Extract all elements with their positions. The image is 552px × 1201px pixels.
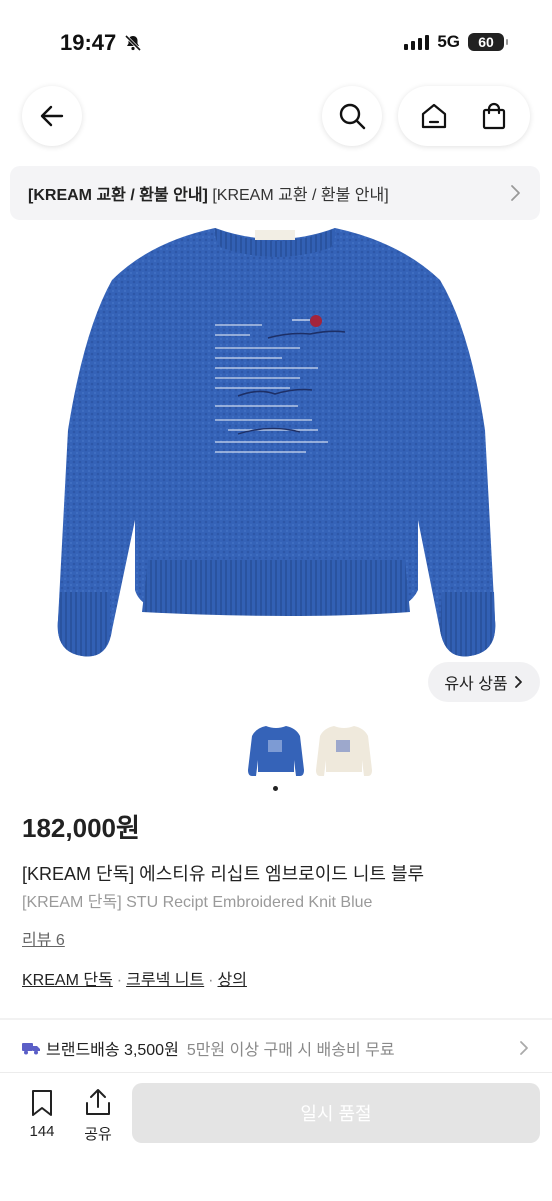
bookmark-button[interactable]: 144	[24, 1089, 60, 1140]
search-button[interactable]	[322, 86, 382, 146]
signal-icon	[404, 34, 430, 50]
status-bar: 19:47 5G 60	[0, 0, 552, 80]
share-button[interactable]: 공유	[80, 1087, 116, 1144]
bookmark-icon	[32, 1090, 52, 1116]
section-divider	[0, 1018, 552, 1020]
product-name-korean: [KREAM 단독] 에스티유 리십트 엠브로이드 니트 블루	[22, 864, 425, 884]
cart-button[interactable]	[464, 86, 524, 146]
status-indicators: 5G 60	[404, 32, 508, 52]
exchange-refund-notice[interactable]: [KREAM 교환 / 환불 안내] [KREAM 교환 / 환불 안내]	[10, 166, 540, 220]
product-image[interactable]	[0, 220, 552, 710]
bell-slash-icon	[125, 34, 142, 52]
status-time: 19:47	[60, 30, 142, 56]
search-icon	[339, 103, 366, 130]
share-icon	[86, 1089, 110, 1115]
notice-body: [KREAM 교환 / 환불 안내]	[212, 187, 389, 204]
bottom-action-bar: 144 공유 일시 품절	[0, 1072, 552, 1201]
truck-icon	[22, 1043, 40, 1055]
soldout-button[interactable]: 일시 품절	[132, 1083, 540, 1143]
color-thumbnail-blue[interactable]	[246, 720, 306, 782]
notice-bold: [KREAM 교환 / 환불 안내]	[28, 187, 208, 204]
color-thumbnail-cream[interactable]	[314, 720, 374, 782]
network-label: 5G	[437, 32, 460, 51]
bookmark-count: 144	[29, 1123, 55, 1140]
chevron-right-icon	[511, 185, 520, 201]
chevron-right-icon	[514, 676, 522, 688]
battery-level: 60	[478, 34, 494, 50]
tag-link[interactable]: 크루넥 니트	[126, 972, 204, 989]
tag-link[interactable]: 상의	[218, 972, 247, 989]
home-icon	[421, 103, 447, 129]
category-tags: KREAM 단독 · 크루넥 니트 · 상의	[22, 972, 247, 989]
back-button[interactable]	[22, 86, 82, 146]
shipping-info[interactable]: 브랜드배송 3,500원 5만원 이상 구매 시 배송비 무료	[22, 1036, 395, 1060]
chevron-right-icon	[520, 1041, 528, 1055]
arrow-left-icon	[40, 105, 64, 127]
shipping-sub: 5만원 이상 구매 시 배송비 무료	[186, 1042, 395, 1059]
tag-link[interactable]: KREAM 단독	[22, 972, 113, 989]
product-name-english: [KREAM 단독] STU Recipt Embroidered Knit B…	[22, 894, 373, 911]
shipping-label: 브랜드배송 3,500원	[46, 1042, 179, 1059]
battery-icon: 60	[468, 33, 508, 51]
similar-products-label: 유사 상품	[444, 676, 508, 693]
similar-products-button[interactable]: 유사 상품	[428, 662, 540, 702]
home-button[interactable]	[404, 86, 464, 146]
shopping-bag-icon	[482, 102, 506, 130]
home-cart-group	[398, 86, 530, 146]
share-label: 공유	[84, 1126, 112, 1143]
notice-text: [KREAM 교환 / 환불 안내] [KREAM 교환 / 환불 안내]	[28, 181, 389, 205]
time-text: 19:47	[60, 30, 117, 55]
reviews-link[interactable]: 리뷰 6	[22, 926, 65, 950]
product-price: 182,000원	[22, 813, 140, 843]
image-indicator-dot	[273, 786, 278, 791]
